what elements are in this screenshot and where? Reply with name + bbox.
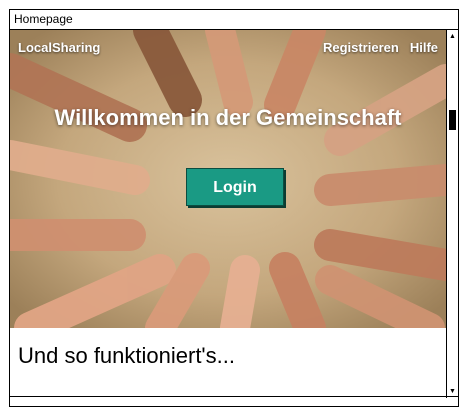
scroll-up-icon[interactable]: ▲ bbox=[447, 31, 458, 42]
status-bar bbox=[10, 396, 458, 406]
section-heading: Und so funktioniert's... bbox=[18, 343, 235, 368]
site-logo[interactable]: LocalSharing bbox=[18, 40, 100, 55]
vertical-scrollbar[interactable]: ▲ ▼ bbox=[446, 30, 458, 398]
nav-link-hilfe[interactable]: Hilfe bbox=[410, 40, 438, 55]
nav-link-registrieren[interactable]: Registrieren bbox=[323, 40, 399, 55]
hero-banner: LocalSharing Registrieren Hilfe Willkomm… bbox=[10, 30, 446, 328]
top-nav: Registrieren Hilfe bbox=[323, 40, 438, 55]
window-title: Homepage bbox=[10, 10, 458, 30]
scrollbar-thumb[interactable] bbox=[449, 110, 456, 130]
page-viewport: LocalSharing Registrieren Hilfe Willkomm… bbox=[10, 30, 446, 398]
login-button[interactable]: Login bbox=[186, 168, 284, 206]
hero-title: Willkommen in der Gemeinschaft bbox=[54, 105, 402, 130]
browser-window: Homepage LocalSharing Registrieren Hilfe… bbox=[9, 9, 459, 407]
